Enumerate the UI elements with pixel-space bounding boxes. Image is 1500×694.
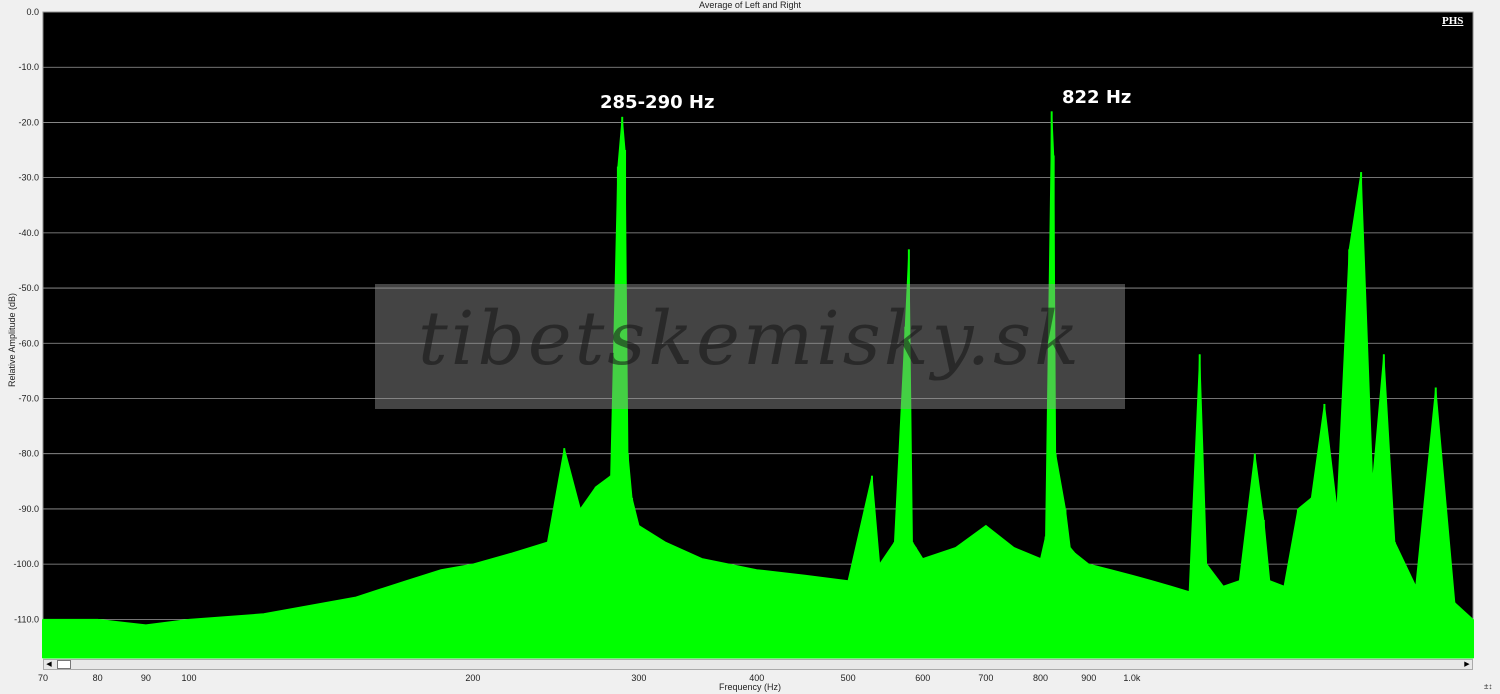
- y-tick-label: -50.0: [18, 283, 39, 293]
- corner-mark: PHS: [1442, 15, 1464, 27]
- scroll-right-icon[interactable]: ▶: [1462, 660, 1472, 669]
- x-axis-label: Frequency (Hz): [718, 682, 781, 692]
- y-tick-label: -20.0: [18, 117, 39, 127]
- peak-label-822: 822 Hz: [1062, 87, 1132, 108]
- horizontal-scrollbar[interactable]: ◀ ▶: [43, 659, 1473, 670]
- scrollbar-thumb[interactable]: [57, 660, 71, 669]
- y-axis-label: Relative Amplitude (dB): [7, 292, 17, 388]
- y-tick-label: 0.0: [26, 7, 39, 17]
- y-axis-ticks: 0.0 -10.0 -20.0 -30.0 -40.0 -50.0 -60.0 -70.0 -8…: [13, 7, 39, 624]
- y-tick-label: -80.0: [18, 449, 39, 459]
- y-tick-label: -110.0: [14, 614, 39, 624]
- y-tick-label: -100.0: [13, 559, 39, 569]
- y-tick-label: -30.0: [18, 173, 39, 183]
- peak-label-285-290: 285-290 Hz: [600, 92, 715, 113]
- y-tick-label: -70.0: [18, 393, 39, 403]
- zoom-icon[interactable]: ±↕: [1484, 682, 1492, 691]
- y-tick-label: -40.0: [18, 228, 39, 238]
- y-tick-label: -90.0: [18, 504, 39, 514]
- watermark-text: tibetskemisky.sk: [418, 296, 1082, 382]
- y-tick-label: -60.0: [18, 338, 39, 348]
- y-tick-label: -10.0: [18, 62, 39, 72]
- scroll-left-icon[interactable]: ◀: [44, 660, 54, 669]
